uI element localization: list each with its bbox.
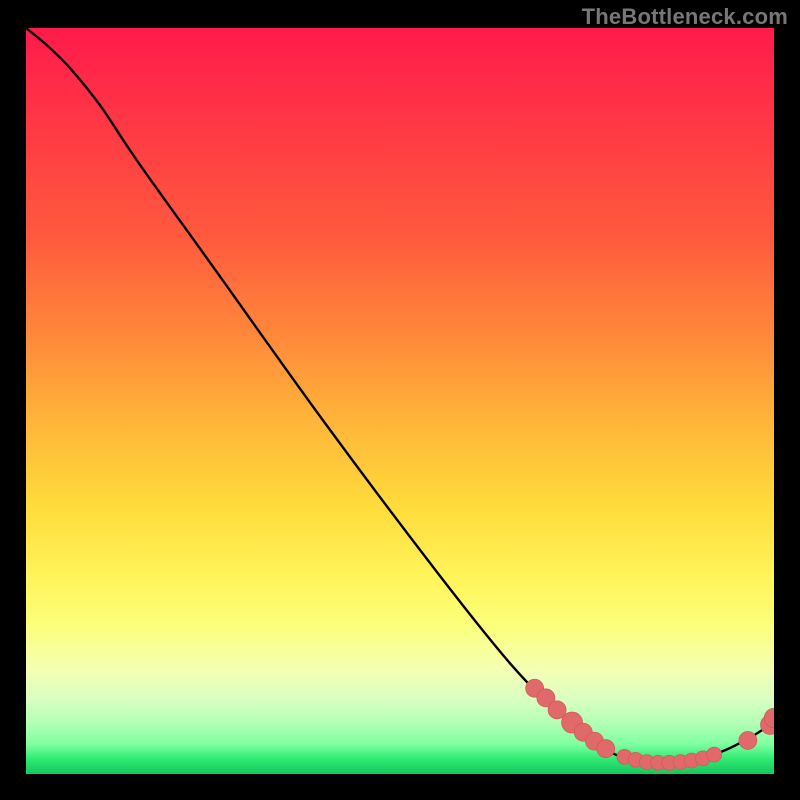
chart-container: TheBottleneck.com — [0, 0, 800, 800]
bottleneck-curve — [26, 28, 774, 764]
watermark-text: TheBottleneck.com — [582, 4, 788, 30]
chart-overlay — [26, 28, 774, 774]
data-point — [597, 740, 615, 758]
data-point — [707, 747, 722, 762]
data-point — [739, 731, 757, 749]
data-points — [526, 679, 774, 770]
